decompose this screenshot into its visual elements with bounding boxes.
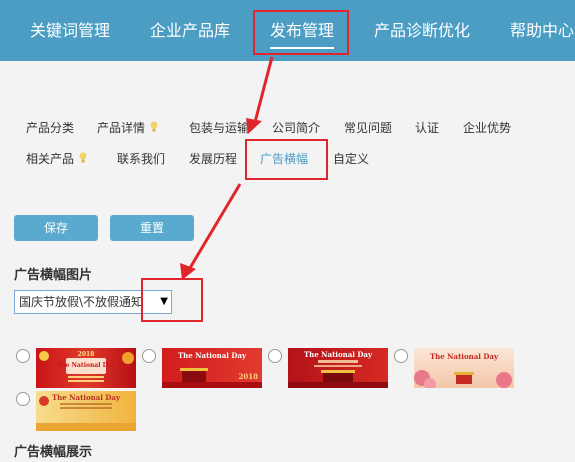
banner-year: 2018 <box>238 372 258 381</box>
tab-label: 产品分类 <box>26 121 75 135</box>
banner-radio-1[interactable] <box>16 349 30 363</box>
tab-label: 包装与运输 <box>189 121 250 135</box>
banner-radio-2[interactable] <box>142 349 156 363</box>
banner-thumbnail-1[interactable]: The National Day 2018 <box>36 348 136 388</box>
select-value: 国庆节放假\不放假通知 <box>19 295 144 309</box>
tab-label: 公司简介 <box>272 121 321 135</box>
save-button[interactable]: 保存 <box>14 215 98 241</box>
tab-contact[interactable]: 联系我们 <box>117 151 165 167</box>
nav-item-publish[interactable]: 发布管理 <box>270 0 335 61</box>
bulb-icon <box>79 152 87 163</box>
banner-title: The National Day <box>303 350 373 359</box>
tab-faq[interactable]: 常见问题 <box>344 120 392 136</box>
banner-image-title: 广告横幅图片 <box>14 268 93 283</box>
banner-thumbnail-5[interactable]: The National Day <box>36 391 136 431</box>
banner-thumbnail-3[interactable]: The National Day <box>288 348 388 388</box>
tab-label: 常见问题 <box>344 121 393 135</box>
tab-certification[interactable]: 认证 <box>415 120 439 136</box>
banner-display-title: 广告横幅展示 <box>14 445 93 460</box>
dropdown-arrow-icon: ▼ <box>160 296 168 307</box>
banner-template-select[interactable]: 国庆节放假\不放假通知 ▼ <box>14 290 172 314</box>
tab-custom[interactable]: 自定义 <box>333 151 369 167</box>
banner-thumbnail-2[interactable]: The National Day 2018 <box>162 348 262 388</box>
tab-label: 发展历程 <box>189 152 238 166</box>
tab-company-profile[interactable]: 公司简介 <box>272 120 320 136</box>
tab-label: 自定义 <box>333 152 370 166</box>
arrow-head-icon <box>180 263 196 280</box>
nav-item-help[interactable]: 帮助中心 <box>510 0 574 61</box>
banner-title: The National Day <box>56 362 116 369</box>
tab-history[interactable]: 发展历程 <box>189 151 237 167</box>
tab-ad-banner[interactable]: 广告横幅 <box>260 151 308 167</box>
tab-label: 产品详情 <box>97 121 146 135</box>
tab-label: 认证 <box>415 121 440 135</box>
nav-item-keywords[interactable]: 关键词管理 <box>30 0 110 61</box>
top-nav: 关键词管理 企业产品库 发布管理 产品诊断优化 帮助中心 <box>0 0 575 61</box>
tab-packaging[interactable]: 包装与运输 <box>189 120 249 136</box>
tab-label: 企业优势 <box>463 121 512 135</box>
tab-label: 联系我们 <box>117 152 166 166</box>
tab-product-category[interactable]: 产品分类 <box>26 120 74 136</box>
reset-button[interactable]: 重置 <box>110 215 194 241</box>
banner-radio-5[interactable] <box>16 392 30 406</box>
banner-radio-3[interactable] <box>268 349 282 363</box>
tab-label: 广告横幅 <box>260 152 309 166</box>
tab-advantages[interactable]: 企业优势 <box>463 120 511 136</box>
tab-related-products[interactable]: 相关产品 <box>26 151 88 167</box>
banner-year: 2018 <box>77 351 95 358</box>
tab-product-detail[interactable]: 产品详情 <box>97 120 159 136</box>
bulb-icon <box>150 121 158 132</box>
banner-thumbnail-4[interactable]: The National Day <box>414 348 514 388</box>
banner-radio-4[interactable] <box>394 349 408 363</box>
nav-item-diagnosis[interactable]: 产品诊断优化 <box>374 0 470 61</box>
banner-title: The National Day <box>429 352 499 361</box>
tab-label: 相关产品 <box>26 152 75 166</box>
banner-title: The National Day <box>51 393 121 402</box>
banner-title: The National Day <box>177 351 247 360</box>
nav-item-product-library[interactable]: 企业产品库 <box>150 0 230 61</box>
